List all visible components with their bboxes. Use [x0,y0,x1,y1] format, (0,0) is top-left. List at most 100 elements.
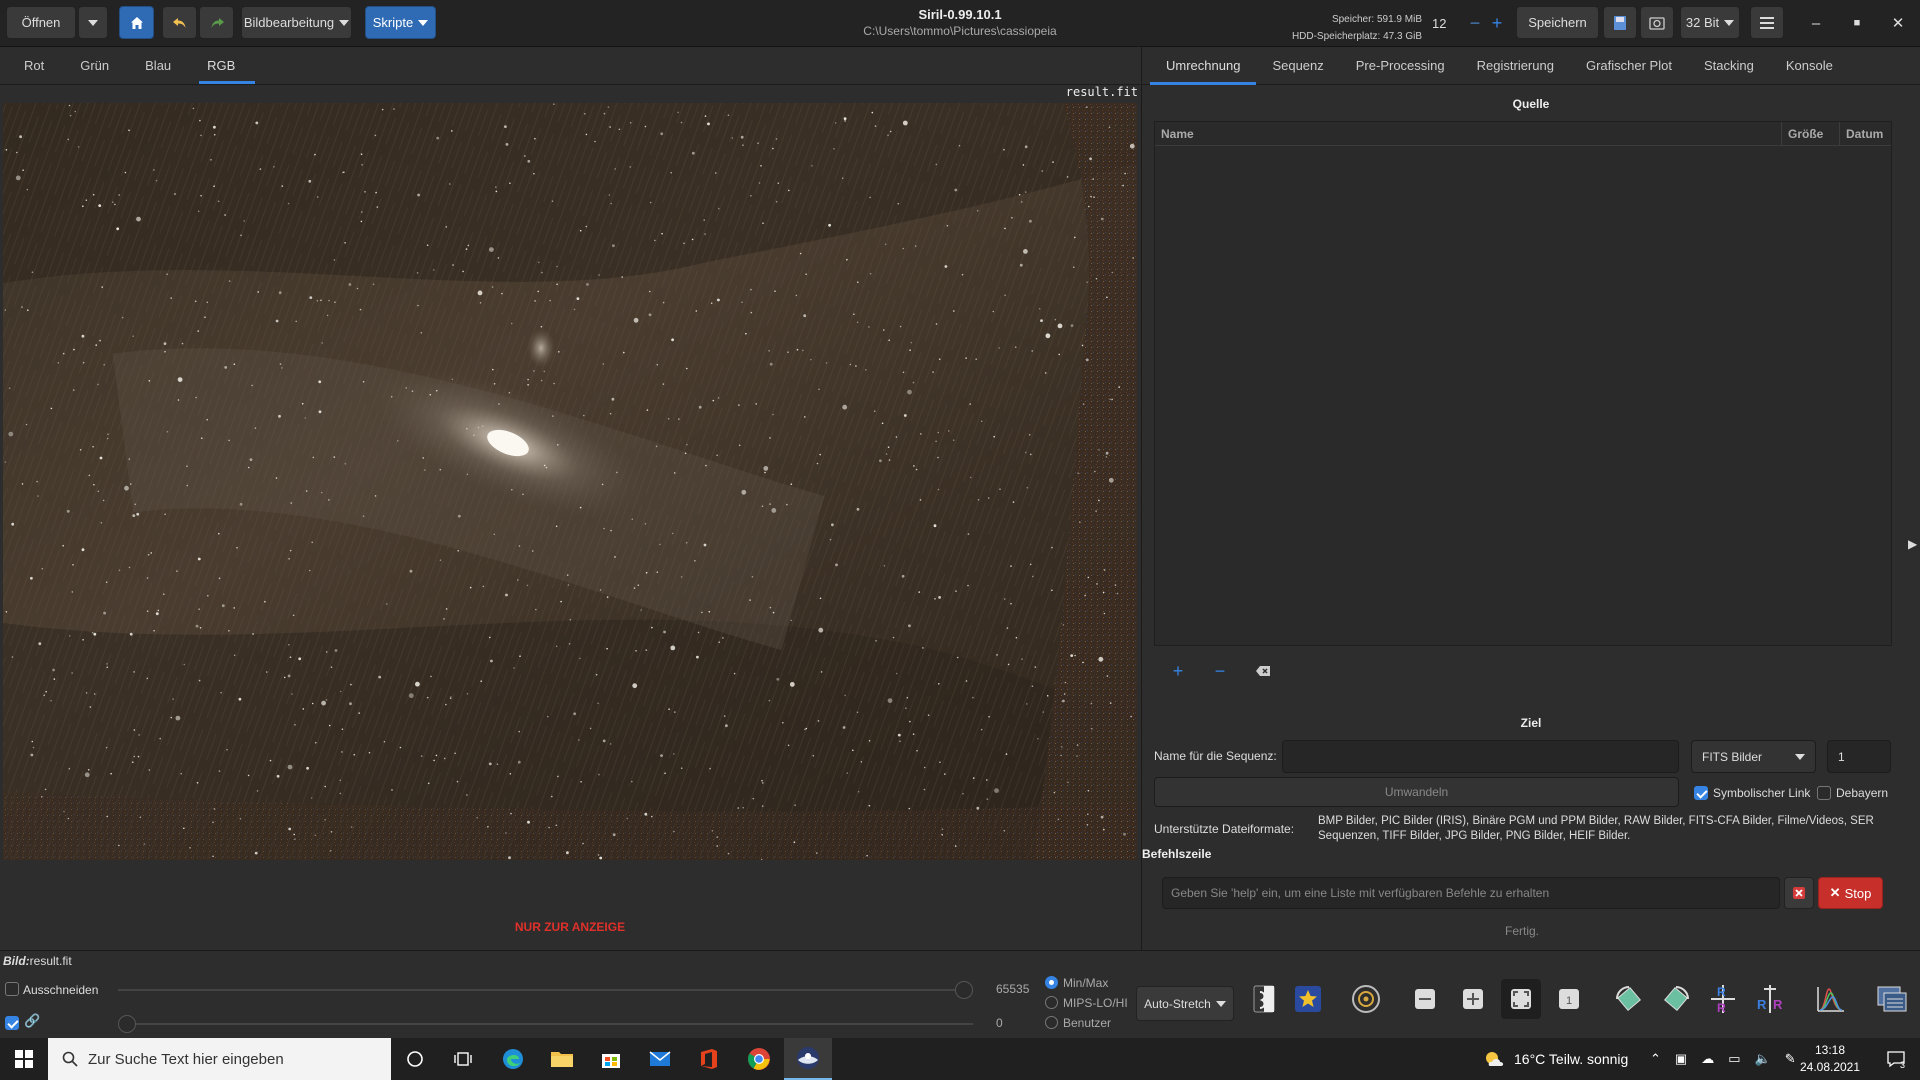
save-button[interactable]: Speichern [1516,6,1599,39]
mirror-y-button[interactable]: RR [1750,979,1790,1019]
start-button[interactable] [0,1038,48,1080]
stretch-select[interactable]: Auto-Stretch [1136,986,1234,1021]
office-app[interactable] [685,1038,733,1080]
star [914,245,917,247]
link-checkbox[interactable] [5,1016,19,1030]
tab-console[interactable]: Konsole [1770,47,1849,84]
panel-toggle-arrow[interactable]: ▶ [1908,537,1920,553]
star [1086,106,1088,108]
thread-count[interactable]: 12 [1428,16,1464,31]
column-size[interactable]: Größe [1782,122,1840,145]
star [915,468,918,471]
clear-list-button[interactable] [1248,658,1278,684]
notification-center[interactable]: 3 [1872,1038,1920,1080]
open-button[interactable]: Öffnen [6,6,76,39]
rotate-left-button[interactable] [1609,979,1649,1019]
taskbar-search[interactable]: Zur Suche Text hier eingeben [48,1038,391,1080]
minimize-button[interactable]: – [1798,10,1834,36]
high-slider[interactable] [118,981,973,999]
remove-files-button[interactable]: − [1205,658,1235,684]
zoom-out-button[interactable] [1405,979,1445,1019]
minus-icon[interactable]: − [1464,13,1486,34]
image-canvas[interactable] [3,103,1137,860]
mirror-x-button[interactable]: RR [1703,979,1743,1019]
file-explorer-app[interactable] [538,1038,586,1080]
weather-widget[interactable]: 16°C Teilw. sonnig [1484,1038,1628,1080]
zoom-100-button[interactable]: 1 [1549,979,1589,1019]
debayer-checkbox[interactable] [1817,786,1831,800]
column-date[interactable]: Datum [1840,122,1891,145]
stop-button[interactable]: ✕ Stop [1818,877,1883,909]
siril-app[interactable] [784,1038,832,1080]
home-button[interactable] [119,6,154,39]
crop-checkbox[interactable] [5,982,19,996]
onedrive-icon[interactable]: ☁ [1701,1051,1714,1067]
tab-plot[interactable]: Grafischer Plot [1570,47,1688,84]
meet-now-icon[interactable]: ▣ [1675,1051,1687,1067]
high-value[interactable]: 65535 [996,982,1029,996]
output-format-select[interactable]: FITS Bilder [1691,740,1816,773]
snapshot-button[interactable] [1640,6,1674,39]
tab-blue[interactable]: Blau [133,47,195,84]
mipslohi-radio[interactable] [1045,996,1058,1009]
tab-preprocessing[interactable]: Pre-Processing [1340,47,1461,84]
chevron-up-icon[interactable]: ⌃ [1650,1051,1661,1067]
histogram-button[interactable] [1811,979,1851,1019]
chrome-app[interactable] [735,1038,783,1080]
cortana-button[interactable] [391,1038,439,1080]
store-app[interactable] [587,1038,635,1080]
zoom-fit-button[interactable] [1501,979,1541,1019]
tab-stacking[interactable]: Stacking [1688,47,1770,84]
redo-button[interactable] [199,6,234,39]
column-name[interactable]: Name [1155,122,1782,145]
user-radio[interactable] [1045,1016,1058,1029]
star [106,666,109,669]
tab-registration[interactable]: Registrierung [1461,47,1570,84]
tab-green[interactable]: Grün [68,47,133,84]
main-menu-button[interactable] [1750,6,1784,39]
plus-icon[interactable]: + [1486,13,1508,34]
tab-conversion[interactable]: Umrechnung [1150,47,1257,85]
convert-button[interactable]: Umwandeln [1154,777,1679,807]
start-index-input[interactable]: 1 [1827,740,1891,773]
undo-button[interactable] [162,6,197,39]
thread-spinner[interactable]: 12 − + [1428,10,1508,36]
star [170,297,172,299]
source-file-list[interactable]: Name Größe Datum [1154,121,1892,646]
color-map-button[interactable] [1288,979,1328,1019]
low-value[interactable]: 0 [996,1016,1003,1030]
edge-app[interactable] [489,1038,537,1080]
hamburger-icon [1760,16,1774,29]
volume-icon[interactable]: 🔈 [1755,1051,1771,1067]
minmax-radio[interactable] [1045,976,1058,989]
scripts-menu[interactable]: Skripte [365,6,436,39]
clock[interactable]: 13:18 24.08.2021 [1795,1042,1865,1076]
negative-view-button[interactable] [1244,979,1284,1019]
rotate-right-button[interactable] [1656,979,1696,1019]
task-view-button[interactable] [439,1038,487,1080]
pen-icon[interactable]: ✎ [1785,1051,1796,1067]
save-as-button[interactable] [1603,6,1637,39]
photometry-button[interactable] [1346,979,1386,1019]
sequence-name-input[interactable] [1282,740,1679,773]
recent-files-button[interactable] [78,6,108,39]
bit-depth-menu[interactable]: 32 Bit [1680,6,1740,39]
tab-rgb[interactable]: RGB [195,47,259,84]
network-icon[interactable]: ▭ [1728,1051,1740,1067]
close-button[interactable]: ✕ [1880,10,1916,36]
tab-sequence[interactable]: Sequenz [1256,47,1339,84]
add-files-button[interactable]: + [1163,658,1193,684]
high-slider-knob[interactable] [955,981,973,999]
symlink-checkbox[interactable] [1694,786,1708,800]
tab-red[interactable]: Rot [12,47,68,84]
star [4,461,7,463]
low-slider-knob[interactable] [118,1015,136,1033]
zoom-in-button[interactable] [1453,979,1493,1019]
maximize-button[interactable]: ■ [1839,10,1875,36]
command-input[interactable]: Geben Sie 'help' ein, um eine Liste mit … [1162,877,1780,909]
image-processing-menu[interactable]: Bildbearbeitung [241,6,352,39]
mail-app[interactable] [636,1038,684,1080]
low-slider[interactable] [118,1015,973,1033]
clear-command-button[interactable] [1784,877,1814,909]
statistics-button[interactable] [1872,979,1912,1019]
